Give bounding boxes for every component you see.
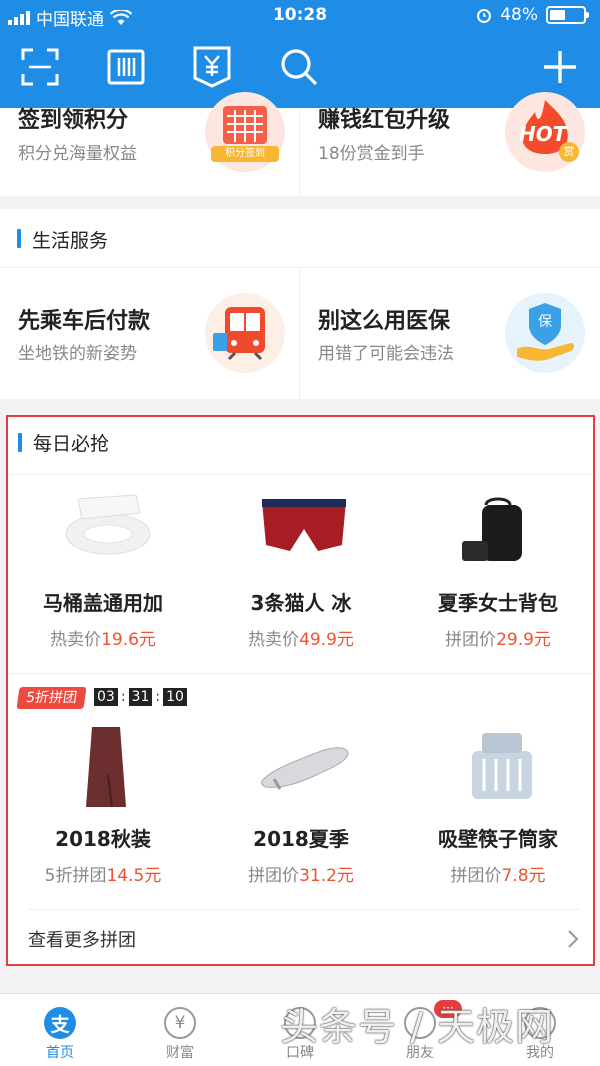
- search-button[interactable]: [277, 42, 321, 92]
- tile-metro-pay[interactable]: 先乘车后付款 坐地铁的新姿势: [0, 268, 299, 399]
- tab-label: 首页: [46, 1045, 74, 1061]
- insurance-badge: 保: [538, 314, 552, 330]
- product-price: 拼团价7.8元: [403, 861, 593, 886]
- calendar-icon: 积分签到: [205, 92, 285, 172]
- plus-icon: [544, 51, 576, 83]
- underwear-image[interactable]: [258, 495, 350, 555]
- countdown-timer: 03: 31: 10: [94, 688, 187, 706]
- more-group-buy-link[interactable]: 查看更多拼团: [8, 910, 593, 964]
- tile-title: 赚钱红包升级: [318, 108, 451, 133]
- tab-wealth[interactable]: ¥ 财富: [120, 994, 240, 1066]
- price-value: 31.2元: [299, 866, 354, 886]
- alipay-icon: 支: [44, 1007, 76, 1039]
- battery-percent: 48%: [500, 5, 538, 25]
- price-value: 19.6元: [101, 630, 156, 650]
- product-price: 拼团价29.9元: [403, 625, 593, 650]
- product-name: 3条猫人 冰: [250, 591, 352, 615]
- price-label: 拼团价: [450, 866, 502, 886]
- product-card[interactable]: 吸壁筷子筒家 拼团价7.8元: [403, 823, 593, 886]
- tab-label: 财富: [166, 1045, 194, 1061]
- battery-level: [550, 10, 565, 20]
- insurance-shield-icon: 保: [505, 293, 585, 373]
- countdown-hours: 03: [94, 688, 118, 706]
- featured-tiles: 签到领积分 积分兑海量权益 积分签到 赚钱红包升级 18份赏金到手 HOT 赏: [0, 92, 600, 196]
- scan-button[interactable]: [18, 42, 62, 92]
- product-name: 夏季女士背包: [438, 591, 558, 615]
- tile-subtitle: 用错了可能会违法: [318, 344, 454, 364]
- product-card[interactable]: 马桶盖通用加 热卖价19.6元: [8, 587, 198, 650]
- price-label: 拼团价: [445, 630, 497, 650]
- reward-coin: 赏: [559, 142, 579, 162]
- chevron-right-icon: [568, 930, 579, 948]
- price-value: 29.9元: [496, 630, 551, 650]
- tile-title: 别这么用医保: [318, 309, 451, 334]
- daily-deals-section: 每日必抢 马桶盖通用加 热卖价19.6元 3条猫人 冰 热卖价49.9元 夏季女…: [6, 415, 595, 966]
- price-value: 7.8元: [501, 866, 546, 886]
- section-accent: [17, 229, 21, 248]
- barcode-icon: [107, 49, 145, 85]
- section-header: 每日必抢: [8, 417, 593, 475]
- alarm-icon: [477, 9, 492, 23]
- price-label: 热卖价: [50, 630, 102, 650]
- hot-badge-icon: HOT 赏: [505, 92, 585, 172]
- tile-subtitle: 积分兑海量权益: [18, 144, 137, 164]
- product-price: 拼团价31.2元: [206, 861, 396, 886]
- product-card[interactable]: 夏季女士背包 拼团价29.9元: [403, 587, 593, 650]
- tile-title: 先乘车后付款: [18, 309, 151, 334]
- add-button[interactable]: [538, 42, 582, 92]
- section-header: 生活服务: [0, 209, 600, 267]
- product-price: 5折拼团14.5元: [8, 861, 198, 886]
- section-title: 生活服务: [32, 230, 109, 252]
- tile-subtitle: 坐地铁的新姿势: [18, 344, 137, 364]
- tile-checkin[interactable]: 签到领积分 积分兑海量权益 积分签到: [0, 92, 299, 196]
- scan-icon: [21, 48, 59, 86]
- battery-icon: [546, 6, 589, 24]
- skirt-image[interactable]: [84, 725, 128, 809]
- tab-home[interactable]: 支 首页: [0, 994, 120, 1066]
- yuan-circle-icon: ¥: [164, 1007, 196, 1039]
- tile-subtitle: 18份赏金到手: [318, 144, 425, 164]
- backpack-image[interactable]: [458, 497, 538, 569]
- chopstick-holder-image[interactable]: [462, 731, 542, 803]
- tile-title: 签到领积分: [18, 108, 129, 133]
- product-name: 2018夏季: [253, 827, 349, 851]
- more-link-label: 查看更多拼团: [28, 930, 136, 951]
- collect-money-button[interactable]: [190, 42, 234, 92]
- checkin-badge: 积分签到: [211, 146, 279, 162]
- search-icon: [281, 49, 318, 86]
- status-bar: 中国联通 10:28 48%: [0, 0, 600, 32]
- row-divider: [8, 673, 593, 674]
- countdown-seconds: 10: [163, 688, 187, 706]
- price-label: 拼团价: [248, 866, 300, 886]
- product-card[interactable]: 3条猫人 冰 热卖价49.9元: [206, 587, 396, 650]
- countdown-minutes: 31: [128, 688, 153, 706]
- product-name: 吸壁筷子筒家: [438, 827, 558, 851]
- toilet-seat-image[interactable]: [58, 489, 158, 559]
- price-label: 5折拼团: [44, 866, 107, 886]
- product-card[interactable]: 2018夏季 拼团价31.2元: [206, 823, 396, 886]
- hot-label: HOT: [519, 122, 567, 146]
- section-title: 每日必抢: [33, 433, 110, 455]
- product-price: 热卖价49.9元: [206, 625, 396, 650]
- paycode-button[interactable]: [104, 42, 148, 92]
- product-name: 2018秋装: [55, 827, 151, 851]
- life-services-section: 生活服务 先乘车后付款 坐地铁的新姿势 别这么用医保 用错了可能会违法 保: [0, 209, 600, 399]
- product-price: 热卖价19.6元: [8, 625, 198, 650]
- yuan-icon: [193, 46, 231, 88]
- price-label: 热卖价: [248, 630, 300, 650]
- life-services-tiles: 先乘车后付款 坐地铁的新姿势 别这么用医保 用错了可能会违法 保: [0, 267, 600, 399]
- tile-medical-insurance[interactable]: 别这么用医保 用错了可能会违法 保: [300, 268, 599, 399]
- tile-red-packet[interactable]: 赚钱红包升级 18份赏金到手 HOT 赏: [300, 92, 599, 196]
- train-icon: [205, 293, 285, 373]
- shoe-image[interactable]: [260, 741, 350, 791]
- group-buy-badge: 5折拼团: [16, 687, 87, 709]
- product-card[interactable]: 2018秋装 5折拼团14.5元: [8, 823, 198, 886]
- section-accent: [18, 433, 22, 452]
- product-name: 马桶盖通用加: [43, 591, 163, 615]
- price-value: 49.9元: [299, 630, 354, 650]
- top-toolbar: [0, 42, 600, 98]
- watermark: 头条号 / 天极网: [280, 1005, 554, 1049]
- price-value: 14.5元: [106, 866, 162, 886]
